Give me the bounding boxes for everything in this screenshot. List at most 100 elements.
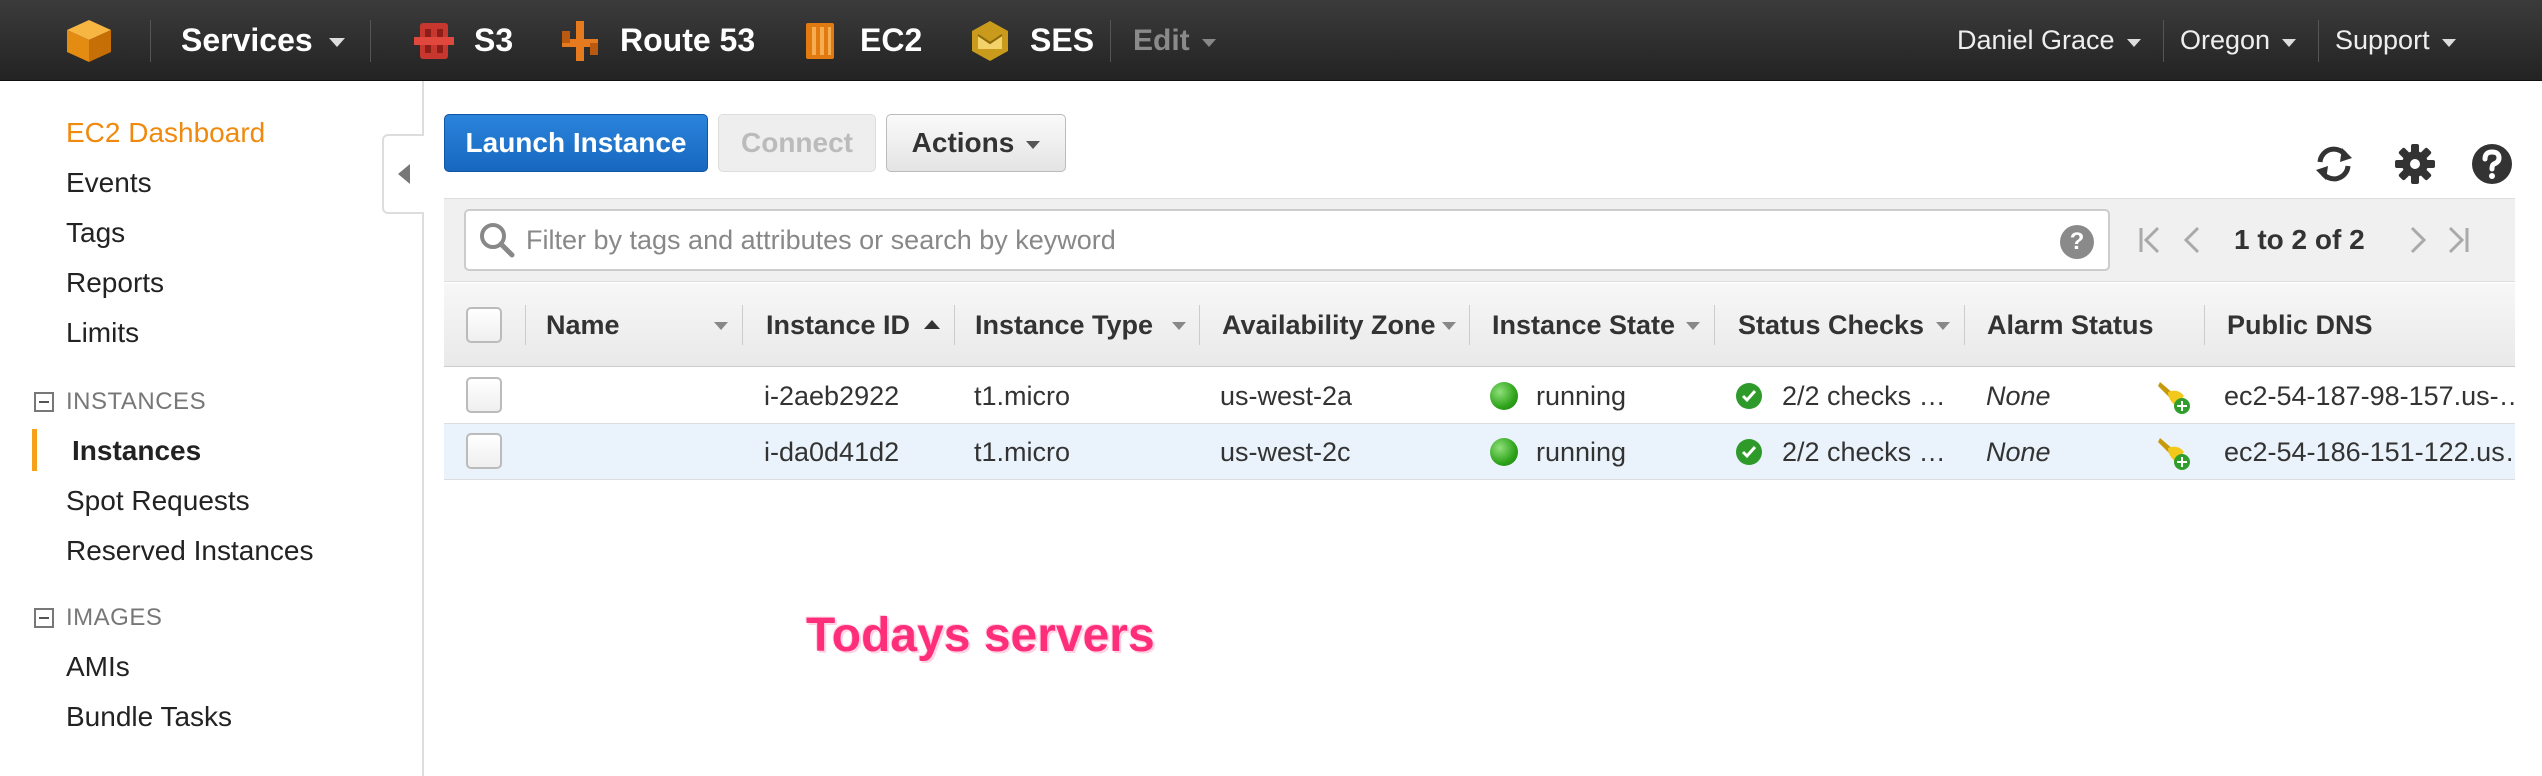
- cell-availability-zone: us-west-2a: [1220, 380, 1353, 411]
- search-icon: [480, 223, 515, 258]
- next-page-icon[interactable]: [2400, 223, 2434, 257]
- services-menu[interactable]: Services: [181, 0, 345, 81]
- sidebar-item-reserved-instances[interactable]: Reserved Instances: [66, 535, 313, 567]
- sort-down-icon[interactable]: [1936, 322, 1950, 330]
- support-menu[interactable]: Support: [2335, 0, 2456, 81]
- cell-public-dns[interactable]: ec2-54-187-98-157.us-…: [2224, 368, 2514, 424]
- column-header-instance-type[interactable]: Instance Type: [975, 283, 1153, 367]
- sidebar-item-amis[interactable]: AMIs: [66, 651, 130, 683]
- first-page-icon[interactable]: [2134, 223, 2168, 257]
- sort-down-icon[interactable]: [1442, 322, 1456, 330]
- search-box[interactable]: ?: [464, 209, 2110, 271]
- shortcut-ec2[interactable]: EC2: [800, 0, 922, 81]
- shortcut-label: Route 53: [620, 22, 756, 58]
- select-all-checkbox[interactable]: [466, 307, 502, 343]
- s3-icon: [414, 22, 454, 59]
- shortcut-route53[interactable]: Route 53: [560, 0, 755, 81]
- instances-table-header: Name Instance ID Instance Type Availabil…: [444, 283, 2515, 367]
- table-row[interactable]: i-2aeb2922 t1.micro us-west-2a running 2…: [444, 368, 2515, 424]
- nav-separator: [1110, 20, 1111, 62]
- running-status-icon: [1490, 438, 1518, 466]
- chevron-down-icon: [2126, 38, 2141, 47]
- chevron-down-icon: [1201, 38, 1216, 47]
- edit-menu[interactable]: Edit: [1133, 0, 1216, 81]
- nav-separator: [2318, 20, 2319, 62]
- column-header-status-checks[interactable]: Status Checks: [1738, 283, 1924, 367]
- route53-icon: [562, 20, 598, 61]
- sidebar-item-instances[interactable]: Instances: [72, 435, 201, 467]
- running-status-icon: [1490, 382, 1518, 410]
- check-icon: [1736, 439, 1762, 465]
- cell-status-checks[interactable]: 2/2 checks …: [1736, 424, 1958, 480]
- sidebar-item-bundle-tasks[interactable]: Bundle Tasks: [66, 701, 232, 733]
- connect-button: Connect: [718, 114, 876, 172]
- cell-instance-id: i-2aeb2922: [764, 380, 900, 411]
- shortcut-ses[interactable]: SES: [970, 0, 1094, 81]
- chevron-left-icon: [398, 164, 410, 184]
- chevron-down-icon: [1026, 141, 1041, 149]
- row-checkbox[interactable]: [466, 433, 502, 469]
- cell-status-checks[interactable]: 2/2 checks …: [1736, 368, 1958, 424]
- column-header-alarm-status[interactable]: Alarm Status: [1987, 283, 2154, 367]
- sidebar-item-limits[interactable]: Limits: [66, 317, 139, 349]
- sidebar-collapse-toggle[interactable]: [382, 134, 424, 214]
- user-menu[interactable]: Daniel Grace: [1957, 0, 2141, 81]
- top-navigation-bar: Services S3 Route 53 EC2 SES Edit Daniel…: [0, 0, 2542, 81]
- row-checkbox[interactable]: [466, 377, 502, 413]
- column-header-name[interactable]: Name: [546, 283, 620, 367]
- sidebar-item-ec2-dashboard[interactable]: EC2 Dashboard: [66, 117, 265, 149]
- user-label: Daniel Grace: [1957, 25, 2115, 55]
- chevron-down-icon: [328, 38, 345, 47]
- sidebar-item-reports[interactable]: Reports: [66, 267, 164, 299]
- sidebar-item-spot-requests[interactable]: Spot Requests: [66, 485, 250, 517]
- cell-instance-state: running: [1490, 424, 1626, 480]
- ec2-icon: [806, 22, 834, 59]
- status-checks-label: 2/2 checks …: [1782, 436, 1946, 467]
- shortcut-label: EC2: [860, 22, 923, 58]
- table-row[interactable]: i-da0d41d2 t1.micro us-west-2c running 2…: [444, 424, 2515, 480]
- sidebar-section-images[interactable]: IMAGES: [34, 604, 162, 632]
- region-label: Oregon: [2180, 25, 2271, 55]
- shortcut-label: SES: [1030, 22, 1095, 58]
- sidebar-item-events[interactable]: Events: [66, 167, 152, 199]
- check-icon: [1736, 383, 1762, 409]
- sort-down-icon[interactable]: [1172, 322, 1186, 330]
- aws-cube-icon[interactable]: [64, 18, 114, 64]
- last-page-icon[interactable]: [2440, 223, 2474, 257]
- refresh-icon[interactable]: [2312, 142, 2356, 186]
- cell-availability-zone: us-west-2c: [1220, 436, 1351, 467]
- add-alarm-icon[interactable]: [2154, 378, 2192, 416]
- collapse-minus-icon: [34, 392, 54, 412]
- launch-instance-button[interactable]: Launch Instance: [444, 114, 708, 172]
- sidebar: EC2 Dashboard Events Tags Reports Limits…: [0, 81, 424, 776]
- search-help-icon[interactable]: ?: [2060, 225, 2094, 259]
- column-header-instance-state[interactable]: Instance State: [1492, 283, 1675, 367]
- column-header-instance-id[interactable]: Instance ID: [766, 283, 910, 367]
- shortcut-s3[interactable]: S3: [414, 0, 513, 81]
- cell-instance-id: i-da0d41d2: [764, 436, 900, 467]
- shortcut-label: S3: [474, 22, 514, 58]
- state-label: running: [1536, 436, 1627, 467]
- add-alarm-icon[interactable]: [2154, 434, 2192, 472]
- gear-icon[interactable]: [2393, 142, 2437, 186]
- sidebar-item-tags[interactable]: Tags: [66, 217, 125, 249]
- actions-button[interactable]: Actions: [886, 114, 1066, 172]
- nav-separator: [150, 20, 151, 62]
- search-input[interactable]: [526, 224, 2026, 256]
- sort-down-icon[interactable]: [714, 322, 728, 330]
- sidebar-section-instances[interactable]: INSTANCES: [34, 388, 206, 416]
- column-header-availability-zone[interactable]: Availability Zone: [1222, 283, 1436, 367]
- pagination-label: 1 to 2 of 2: [2234, 224, 2365, 255]
- region-menu[interactable]: Oregon: [2180, 0, 2297, 81]
- previous-page-icon[interactable]: [2176, 223, 2210, 257]
- ses-icon: [972, 20, 1008, 61]
- help-icon[interactable]: [2470, 142, 2514, 186]
- sort-down-icon[interactable]: [1686, 322, 1700, 330]
- column-header-public-dns[interactable]: Public DNS: [2227, 283, 2373, 367]
- collapse-minus-icon: [34, 608, 54, 628]
- state-label: running: [1536, 380, 1627, 411]
- cell-public-dns[interactable]: ec2-54-186-151-122.us…: [2224, 424, 2514, 480]
- services-label: Services: [181, 22, 313, 58]
- sort-up-icon[interactable]: [924, 320, 940, 329]
- nav-separator: [2163, 20, 2164, 62]
